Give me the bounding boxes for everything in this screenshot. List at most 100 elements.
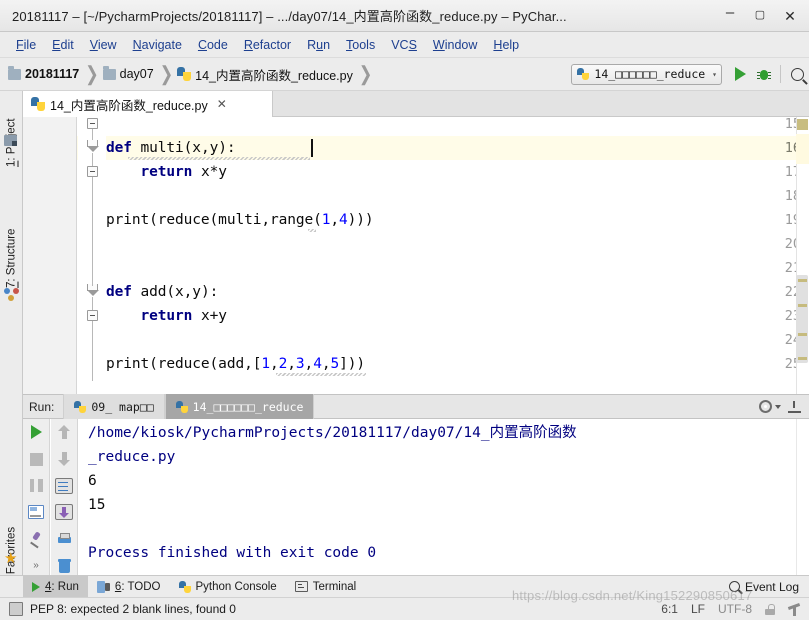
editor-marker-bar[interactable] [796, 117, 809, 394]
breadcrumb-separator: ❯ [85, 64, 99, 86]
debug-button[interactable] [752, 61, 776, 87]
layout-button[interactable] [26, 503, 46, 522]
fold-marker-expanded[interactable] [87, 140, 99, 152]
menu-code[interactable]: Code [190, 35, 236, 55]
minimize-button[interactable]: – [715, 1, 745, 31]
bottom-tab-terminal[interactable]: Terminal [286, 576, 365, 598]
left-tool-strip: 1: Project 7: Structure 2: Favorites ★ [0, 91, 23, 587]
menu-view[interactable]: View [82, 35, 125, 55]
breadcrumb-label: day07 [119, 67, 154, 81]
scroll-up-button[interactable] [54, 423, 74, 442]
bottom-tab-run[interactable]: 4: Run [23, 575, 88, 598]
settings-button[interactable] [759, 400, 781, 413]
editor-tab[interactable]: 14_内置高阶函数_reduce.py ✕ [23, 91, 273, 117]
menu-window[interactable]: Window [425, 35, 485, 55]
editor-gutter[interactable] [23, 117, 77, 394]
file-encoding[interactable]: UTF-8 [718, 602, 752, 616]
menu-refactor[interactable]: Refactor [236, 35, 299, 55]
status-message: PEP 8: expected 2 blank lines, found 0 [30, 602, 236, 616]
pin-button[interactable] [26, 530, 46, 549]
sidebar-item-structure[interactable]: 7: Structure [0, 188, 23, 288]
scroll-to-end-button[interactable] [54, 503, 74, 522]
bottom-tab-todo[interactable]: 6: TODO [88, 576, 170, 598]
chevron-down-icon [775, 404, 781, 409]
breadcrumb-item-file[interactable]: 14_内置高阶函数_reduce.py [177, 65, 353, 84]
menu-navigate[interactable]: Navigate [125, 35, 190, 55]
rerun-button[interactable] [26, 423, 46, 442]
menu-vcs[interactable]: VCS [383, 35, 425, 55]
console-line: 15 [88, 497, 106, 513]
code-editor[interactable]: 15 16 17 18 19 20 21 22 23 24 25 def mul… [23, 117, 809, 394]
caret-position[interactable]: 6:1 [661, 602, 678, 616]
print-button[interactable] [54, 530, 74, 549]
code-line: return x*y [140, 164, 227, 180]
run-tab-14-reduce[interactable]: 14_□□□□□□_reduce [164, 394, 315, 419]
lock-icon[interactable] [765, 603, 775, 615]
menu-help[interactable]: Help [485, 35, 527, 55]
sidebar-item-label: 7: Structure [5, 228, 18, 288]
search-button[interactable] [785, 61, 809, 87]
console-scrollbar[interactable] [796, 419, 809, 575]
bottom-tab-python-console[interactable]: Python Console [170, 576, 286, 598]
maximize-button[interactable]: ▢ [745, 1, 775, 31]
close-button[interactable]: ✕ [775, 1, 805, 31]
fold-marker[interactable] [87, 310, 98, 321]
bottom-tab-label: 6: TODO [114, 580, 161, 593]
menu-edit[interactable]: Edit [44, 35, 82, 55]
menu-run[interactable]: Run [299, 35, 338, 55]
python-file-icon [31, 97, 45, 111]
fold-marker[interactable] [87, 118, 98, 129]
line-separator[interactable]: LF [691, 602, 705, 616]
clear-button[interactable] [54, 556, 74, 575]
menu-file[interactable]: File [8, 35, 44, 55]
inspection-squiggle [276, 373, 366, 376]
event-log-button[interactable]: Event Log [728, 580, 809, 594]
breadcrumb: 20181117 ❯ day07 ❯ 14_内置高阶函数_reduce.py ❯ [0, 64, 571, 86]
pin-icon [29, 532, 43, 546]
code-line: return x+y [140, 308, 227, 324]
inspection-icon[interactable] [788, 603, 801, 616]
sidebar-item-project[interactable]: 1: Project [0, 93, 23, 167]
line-number: 21 [784, 260, 801, 276]
inspection-squiggle [308, 229, 316, 232]
inspection-marker[interactable] [798, 333, 807, 336]
stop-button[interactable] [26, 450, 46, 469]
line-number: 17 [784, 164, 801, 180]
scroll-down-button[interactable] [54, 450, 74, 469]
inspection-marker[interactable] [797, 119, 808, 130]
run-tool-window-tabs: Run: 09_ map□□ 14_□□□□□□_reduce [23, 394, 809, 419]
breadcrumb-item-day07[interactable]: day07 [102, 65, 154, 81]
status-bar: PEP 8: expected 2 blank lines, found 0 6… [0, 597, 809, 620]
console-output[interactable]: /home/kiosk/PycharmProjects/20181117/day… [80, 419, 796, 575]
inspection-marker[interactable] [798, 304, 807, 307]
rerun-icon [30, 425, 42, 440]
run-tab-label: 09_ map□□ [91, 399, 154, 414]
search-icon [790, 67, 804, 81]
sidebar-item-favorites[interactable]: 2: Favorites [0, 491, 23, 587]
chevron-down-icon: ▾ [712, 69, 717, 79]
line-number: 23 [784, 308, 801, 324]
console-line: 6 [88, 473, 97, 489]
window-title: 20181117 – [~/PycharmProjects/20181117] … [12, 9, 567, 24]
soft-wrap-button[interactable] [54, 476, 74, 495]
close-icon[interactable]: ✕ [217, 97, 227, 111]
run-label: Run: [29, 399, 55, 414]
run-toolbar-right [51, 419, 78, 575]
console-line: /home/kiosk/PycharmProjects/20181117/day… [88, 425, 577, 441]
fold-marker[interactable] [87, 166, 98, 177]
run-button[interactable] [728, 61, 752, 87]
run-tab-09-map[interactable]: 09_ map□□ [63, 394, 165, 419]
line-number: 20 [784, 236, 801, 252]
breadcrumb-item-project[interactable]: 20181117 [8, 65, 79, 81]
hide-button[interactable] [788, 400, 801, 413]
window-controls: – ▢ ✕ [715, 1, 809, 31]
inspection-marker[interactable] [798, 279, 807, 282]
editor-scrollbar-thumb[interactable] [796, 275, 808, 363]
pycharm-window: 20181117 – [~/PycharmProjects/20181117] … [0, 0, 809, 620]
pause-button[interactable] [26, 476, 46, 495]
run-configuration-selector[interactable]: 14_□□□□□□_reduce ▾ [571, 63, 722, 85]
pause-icon [29, 479, 43, 493]
more-button[interactable]: » [26, 556, 46, 575]
menu-tools[interactable]: Tools [338, 35, 383, 55]
inspection-marker[interactable] [798, 357, 807, 360]
